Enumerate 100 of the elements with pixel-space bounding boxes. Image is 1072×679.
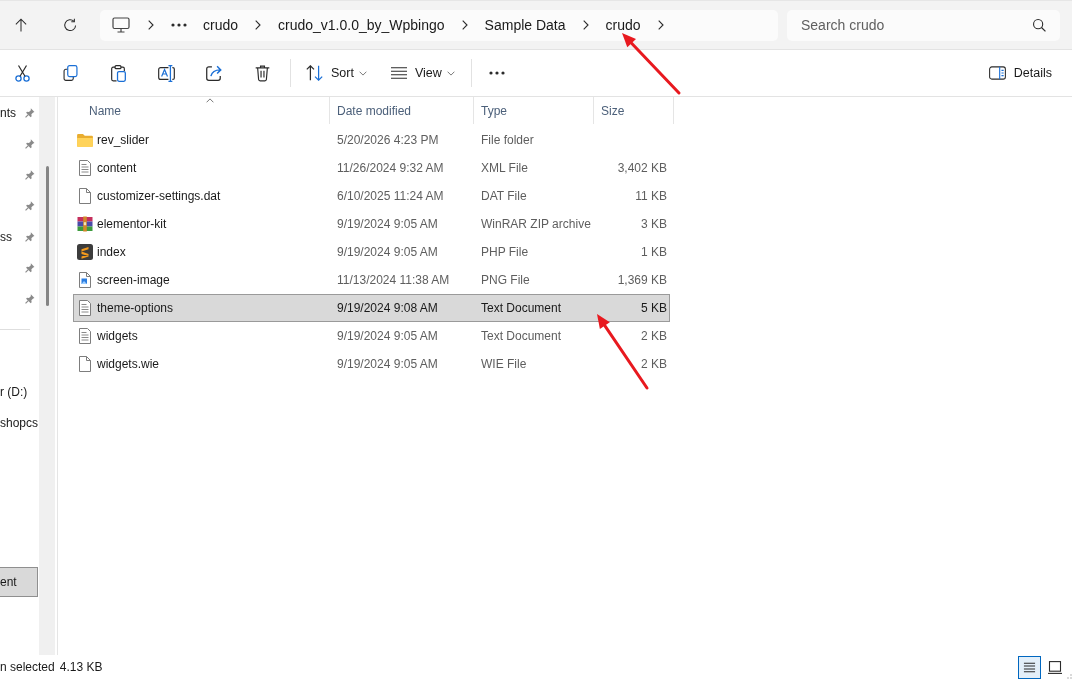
- refresh-icon: [63, 18, 77, 32]
- file-type: DAT File: [481, 189, 527, 203]
- column-header[interactable]: Type: [474, 97, 594, 124]
- modified-date: 9/19/2024 9:05 AM: [337, 245, 438, 259]
- share-icon: [206, 65, 222, 81]
- chevron-right-icon[interactable]: [255, 20, 262, 30]
- monitor-icon[interactable]: [112, 17, 130, 33]
- file-size: 1 KB: [641, 245, 667, 259]
- file-row[interactable]: content 11/26/2024 9:32 AM XML File 3,402 KB: [73, 154, 670, 182]
- image-document-icon: [79, 272, 91, 288]
- column-header[interactable]: Size: [594, 97, 674, 124]
- modified-date: 9/19/2024 9:05 AM: [337, 357, 438, 371]
- file-size: 3 KB: [641, 217, 667, 231]
- scissors-icon: [14, 64, 30, 82]
- chevron-right-icon[interactable]: [148, 20, 154, 30]
- modified-date: 5/20/2026 4:23 PM: [337, 133, 439, 147]
- caret-down-icon: [358, 70, 367, 76]
- annotation-arrow: [622, 33, 681, 95]
- s-logo-tile-icon: [77, 244, 93, 260]
- column-header[interactable]: Date modified: [330, 97, 474, 124]
- breadcrumb[interactable]: Sample Data: [476, 13, 574, 37]
- file-name: theme-options: [97, 301, 174, 315]
- blank-document-icon: [79, 356, 91, 372]
- text-document-icon: [79, 300, 91, 316]
- sidebar-item[interactable]: ent: [0, 567, 38, 597]
- file-name: index: [97, 245, 126, 259]
- view-button[interactable]: View: [382, 55, 463, 91]
- breadcrumb[interactable]: crudo: [195, 13, 247, 37]
- file-type: PNG File: [481, 273, 530, 287]
- sidebar-item[interactable]: shopcs: [0, 408, 39, 438]
- copy-icon: [62, 65, 78, 81]
- file-size: 11 KB: [635, 189, 667, 203]
- modified-date: 9/19/2024 9:05 AM: [337, 217, 438, 231]
- scrollbar-thumb[interactable]: [46, 166, 49, 306]
- search-icon: [1033, 18, 1046, 32]
- search-field[interactable]: Search crudo: [787, 9, 1060, 41]
- file-row[interactable]: customizer-settings.dat 6/10/2025 11:24 AM DAT File 11 KB: [73, 182, 670, 210]
- sidebar-item[interactable]: ss: [0, 222, 39, 252]
- chevron-right-icon[interactable]: [582, 20, 589, 30]
- folder-icon: [77, 133, 93, 147]
- sidebar-item[interactable]: r (D:): [0, 377, 39, 407]
- chevron-right-icon[interactable]: [657, 20, 664, 30]
- chevron-right-icon[interactable]: [461, 20, 468, 30]
- breadcrumb[interactable]: crudo_v1.0.0_by_Wpbingo: [270, 13, 453, 37]
- caret-down-icon: [446, 70, 455, 76]
- up-arrow-icon: [15, 18, 27, 32]
- file-row[interactable]: rev_slider 5/20/2026 4:23 PM File folder: [73, 126, 670, 154]
- column-header[interactable]: Name: [73, 97, 330, 124]
- rename-icon: [157, 64, 175, 82]
- file-type: File folder: [481, 133, 534, 147]
- file-name: content: [97, 161, 137, 175]
- scrollbar-track[interactable]: [39, 97, 55, 655]
- file-row[interactable]: widgets 9/19/2024 9:05 AM Text Document 2 KB: [73, 322, 670, 350]
- file-name: rev_slider: [97, 133, 150, 147]
- modified-date: 11/13/2024 11:38 AM: [337, 273, 450, 287]
- file-type: WinRAR ZIP archive: [481, 217, 591, 231]
- file-size: 2 KB: [641, 357, 667, 371]
- details-button[interactable]: Details: [980, 55, 1060, 91]
- laptop-icon: [1047, 660, 1062, 674]
- text-document-icon: [79, 160, 91, 176]
- more-icon: [488, 71, 505, 75]
- sort-button[interactable]: Sort: [298, 55, 375, 91]
- file-size: 3,402 KB: [617, 161, 667, 175]
- file-size: 2 KB: [641, 329, 667, 343]
- file-type: Text Document: [481, 329, 562, 343]
- selection-size: 4.13 KB: [59, 660, 103, 674]
- lines-icon: [390, 67, 407, 79]
- text-document-icon: [79, 328, 91, 344]
- file-name: customizer-settings.dat: [97, 189, 221, 203]
- file-name: widgets.wie: [97, 357, 160, 371]
- file-row[interactable]: widgets.wie 9/19/2024 9:05 AM WIE File 2 KB: [73, 350, 670, 378]
- file-row[interactable]: index 9/19/2024 9:05 AM PHP File 1 KB: [73, 238, 670, 266]
- stacked-books-icon: [77, 216, 93, 232]
- modified-date: 9/19/2024 9:08 AM: [337, 301, 438, 315]
- file-type: XML File: [481, 161, 528, 175]
- more-icon[interactable]: [171, 23, 187, 27]
- resize-grip-icon[interactable]: [1067, 674, 1072, 679]
- sidebar-item[interactable]: nts: [0, 98, 39, 128]
- modified-date: 11/26/2024 9:32 AM: [337, 161, 444, 175]
- modified-date: 6/10/2025 11:24 AM: [337, 189, 444, 203]
- file-size: 5 KB: [641, 301, 667, 315]
- trash-icon: [254, 64, 270, 82]
- sort-arrows-icon: [306, 65, 323, 81]
- file-name: screen-image: [97, 273, 170, 287]
- blank-document-icon: [79, 188, 91, 204]
- details-pane-icon: [988, 66, 1006, 80]
- file-row[interactable]: theme-options 9/19/2024 9:08 AM Text Document 5 KB: [73, 294, 670, 322]
- file-size: 1,369 KB: [617, 273, 667, 287]
- clipboard-icon: [110, 64, 126, 82]
- file-type: WIE File: [481, 357, 527, 371]
- list-lines-icon: [1023, 661, 1036, 673]
- file-row[interactable]: elementor-kit 9/19/2024 9:05 AM WinRAR ZIP archive 3 KB: [73, 210, 670, 238]
- selection-count: n selected: [0, 660, 55, 674]
- breadcrumb[interactable]: crudo: [597, 13, 649, 37]
- address-bar[interactable]: crudo crudo_v1.0.0_by_Wpbingo Sample Data crudo: [100, 9, 778, 41]
- sort-caret-icon: [206, 98, 215, 103]
- details-view-button[interactable]: [1018, 655, 1041, 679]
- file-type: Text Document: [481, 301, 562, 315]
- modified-date: 9/19/2024 9:05 AM: [337, 329, 438, 343]
- file-row[interactable]: screen-image 11/13/2024 11:38 AM PNG File 1,369 KB: [73, 266, 670, 294]
